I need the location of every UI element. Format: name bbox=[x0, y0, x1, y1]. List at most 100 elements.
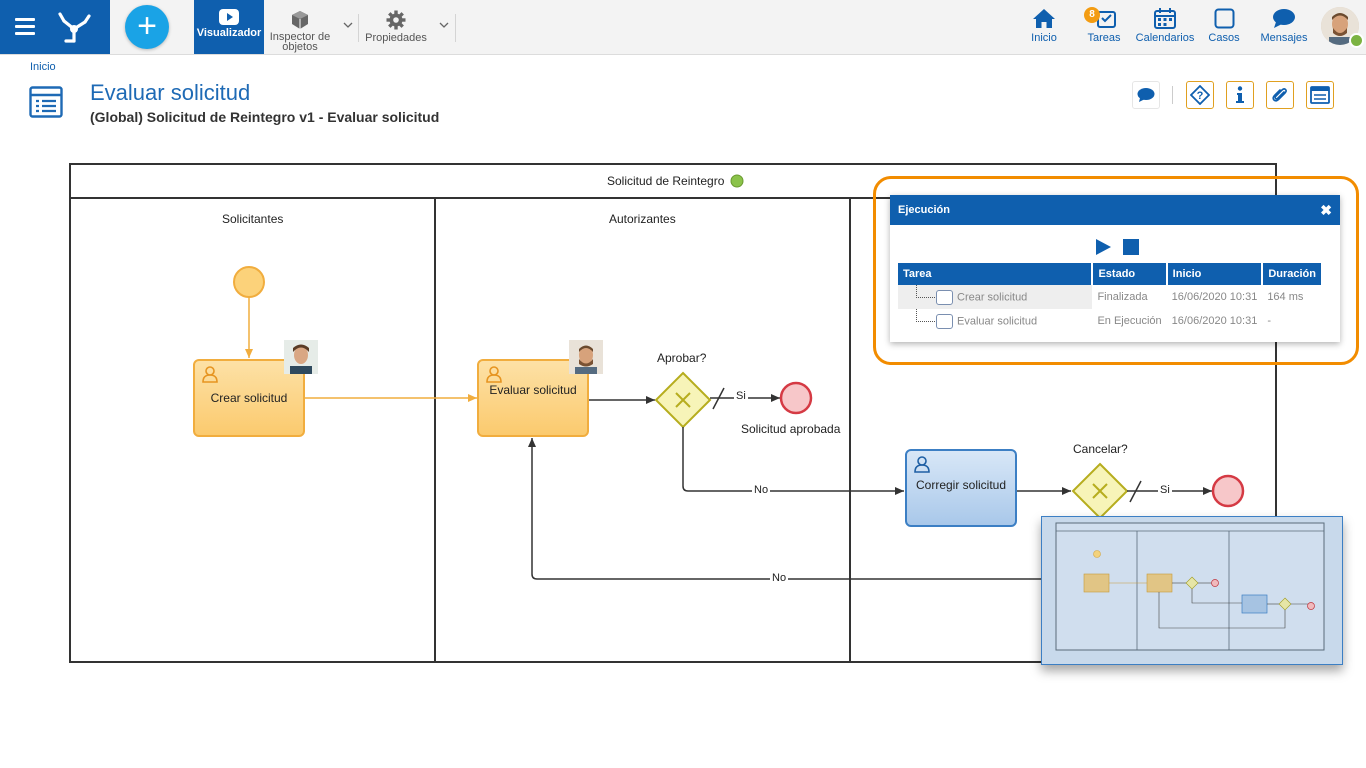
nav-home[interactable]: Inicio bbox=[1024, 0, 1064, 54]
page-title: Evaluar solicitud bbox=[90, 80, 251, 105]
online-status-indicator bbox=[1349, 33, 1364, 48]
header-divider bbox=[1172, 86, 1173, 104]
form-document-icon bbox=[29, 86, 63, 118]
info-icon bbox=[1236, 86, 1244, 103]
gateway-label: Aprobar? bbox=[657, 351, 707, 365]
toolbar-divider bbox=[455, 14, 456, 42]
nav-tasks-label: Tareas bbox=[1087, 32, 1121, 44]
execution-table: Tarea Estado Inicio Duración Crear solic… bbox=[898, 263, 1323, 333]
user-photo-icon bbox=[284, 340, 318, 374]
minimap-preview bbox=[1055, 522, 1325, 651]
layout-panel-icon bbox=[1310, 86, 1330, 104]
execution-panel-header: Ejecución ✖ bbox=[890, 195, 1340, 225]
execution-controls bbox=[1094, 238, 1140, 261]
tasks-count-badge: 8 bbox=[1084, 7, 1100, 23]
nav-messages[interactable]: Mensajes bbox=[1257, 0, 1311, 54]
lane-name: Autorizantes bbox=[609, 212, 676, 226]
home-icon bbox=[1033, 9, 1055, 28]
calendar-icon bbox=[1154, 8, 1176, 29]
sequence-flow bbox=[682, 427, 904, 495]
task-icon bbox=[936, 289, 953, 305]
properties-label: Propiedades bbox=[365, 32, 427, 44]
start-cell: 16/06/2020 10:31 bbox=[1171, 291, 1258, 303]
execution-panel: Ejecución ✖ Tarea Estado Inicio Duración… bbox=[890, 195, 1340, 342]
flow-label: No bbox=[772, 572, 787, 584]
performer-avatar bbox=[569, 340, 603, 374]
flow-label: Si bbox=[1160, 484, 1170, 496]
svg-text:?: ? bbox=[1197, 90, 1204, 102]
user-task-icon bbox=[202, 366, 218, 383]
user-task-icon bbox=[486, 366, 502, 383]
comments-button[interactable] bbox=[1132, 81, 1160, 109]
gear-icon bbox=[386, 10, 406, 30]
task-cell: Crear solicitud bbox=[898, 285, 1093, 309]
chevron-down-icon[interactable] bbox=[439, 20, 449, 30]
attachments-button[interactable] bbox=[1266, 81, 1294, 109]
performer-avatar bbox=[284, 340, 318, 374]
column-header[interactable]: Inicio bbox=[1166, 263, 1264, 285]
diagram-minimap[interactable] bbox=[1041, 516, 1343, 665]
cases-icon bbox=[1214, 8, 1234, 29]
gateway-label: Cancelar? bbox=[1073, 442, 1128, 456]
tree-connector bbox=[916, 285, 935, 298]
state-cell: Finalizada bbox=[1097, 291, 1148, 303]
column-header[interactable]: Duración bbox=[1262, 263, 1323, 285]
nav-calendars[interactable]: Calendarios bbox=[1135, 0, 1195, 54]
page-subtitle: (Global) Solicitud de Reintegro v1 - Eva… bbox=[90, 109, 440, 125]
help-button[interactable]: ? bbox=[1186, 81, 1214, 109]
lane-name: Solicitantes bbox=[222, 212, 284, 226]
paperclip-icon bbox=[1272, 88, 1287, 102]
pool-name: Solicitud de Reintegro bbox=[607, 174, 725, 188]
column-header[interactable]: Estado bbox=[1092, 263, 1168, 285]
brand-logo-icon[interactable] bbox=[56, 9, 92, 45]
toolbar-divider bbox=[358, 14, 359, 42]
task-cell: Evaluar solicitud bbox=[898, 309, 1092, 333]
task-corregir-solicitud[interactable]: Corregir solicitud bbox=[905, 449, 1017, 527]
state-cell: En Ejecución bbox=[1097, 315, 1162, 327]
nav-cases-label: Casos bbox=[1208, 32, 1240, 44]
logo-area bbox=[0, 0, 110, 54]
properties-tab[interactable]: Propiedades bbox=[362, 0, 430, 54]
tree-connector bbox=[916, 309, 935, 322]
object-inspector-tab[interactable]: Inspector de objetos bbox=[264, 0, 336, 54]
inspector-label-line2: objetos bbox=[282, 41, 318, 53]
start-cell: 16/06/2020 10:31 bbox=[1171, 315, 1258, 327]
task-name: Evaluar solicitud bbox=[957, 314, 1038, 327]
add-button[interactable]: + bbox=[125, 5, 169, 49]
help-diamond-icon: ? bbox=[1190, 85, 1210, 105]
nav-cases[interactable]: Casos bbox=[1205, 0, 1243, 54]
table-row[interactable]: Crear solicitud Finalizada 16/06/2020 10… bbox=[898, 285, 1322, 309]
task-icon bbox=[936, 313, 953, 329]
start-event[interactable] bbox=[233, 266, 265, 298]
duration-cell: - bbox=[1267, 315, 1271, 327]
end-event-label: Solicitud aprobada bbox=[741, 422, 841, 436]
nav-calendars-label: Calendarios bbox=[1135, 32, 1195, 44]
comment-icon bbox=[1137, 88, 1155, 102]
cube-icon bbox=[292, 11, 308, 29]
table-row[interactable]: Evaluar solicitud En Ejecución 16/06/202… bbox=[898, 309, 1322, 333]
chat-bubble-icon bbox=[1273, 9, 1295, 28]
info-button[interactable] bbox=[1226, 81, 1254, 109]
user-task-icon bbox=[914, 456, 930, 473]
chevron-down-icon[interactable] bbox=[343, 20, 353, 30]
visualizer-tab[interactable]: Visualizador bbox=[194, 0, 264, 54]
task-label: Crear solicitud bbox=[210, 391, 288, 405]
play-icon[interactable] bbox=[1094, 238, 1112, 256]
flow-label: No bbox=[754, 484, 769, 496]
visualizer-label: Visualizador bbox=[196, 27, 262, 39]
end-event-cancel[interactable] bbox=[1211, 474, 1245, 508]
play-video-icon bbox=[219, 9, 239, 25]
stop-icon[interactable] bbox=[1122, 238, 1140, 256]
close-icon[interactable]: ✖ bbox=[1320, 195, 1332, 225]
nav-home-label: Inicio bbox=[1031, 32, 1057, 44]
layout-button[interactable] bbox=[1306, 81, 1334, 109]
breadcrumb[interactable]: Inicio bbox=[30, 61, 56, 73]
column-header[interactable]: Tarea bbox=[898, 263, 1094, 285]
flow-label: Si bbox=[736, 390, 746, 402]
pool-status-indicator bbox=[730, 174, 744, 188]
task-label: Corregir solicitud bbox=[915, 478, 1007, 492]
hamburger-menu-icon[interactable] bbox=[15, 18, 35, 35]
end-event-approved[interactable] bbox=[779, 381, 813, 415]
user-photo-icon bbox=[569, 340, 603, 374]
execution-title: Ejecución bbox=[898, 204, 950, 216]
